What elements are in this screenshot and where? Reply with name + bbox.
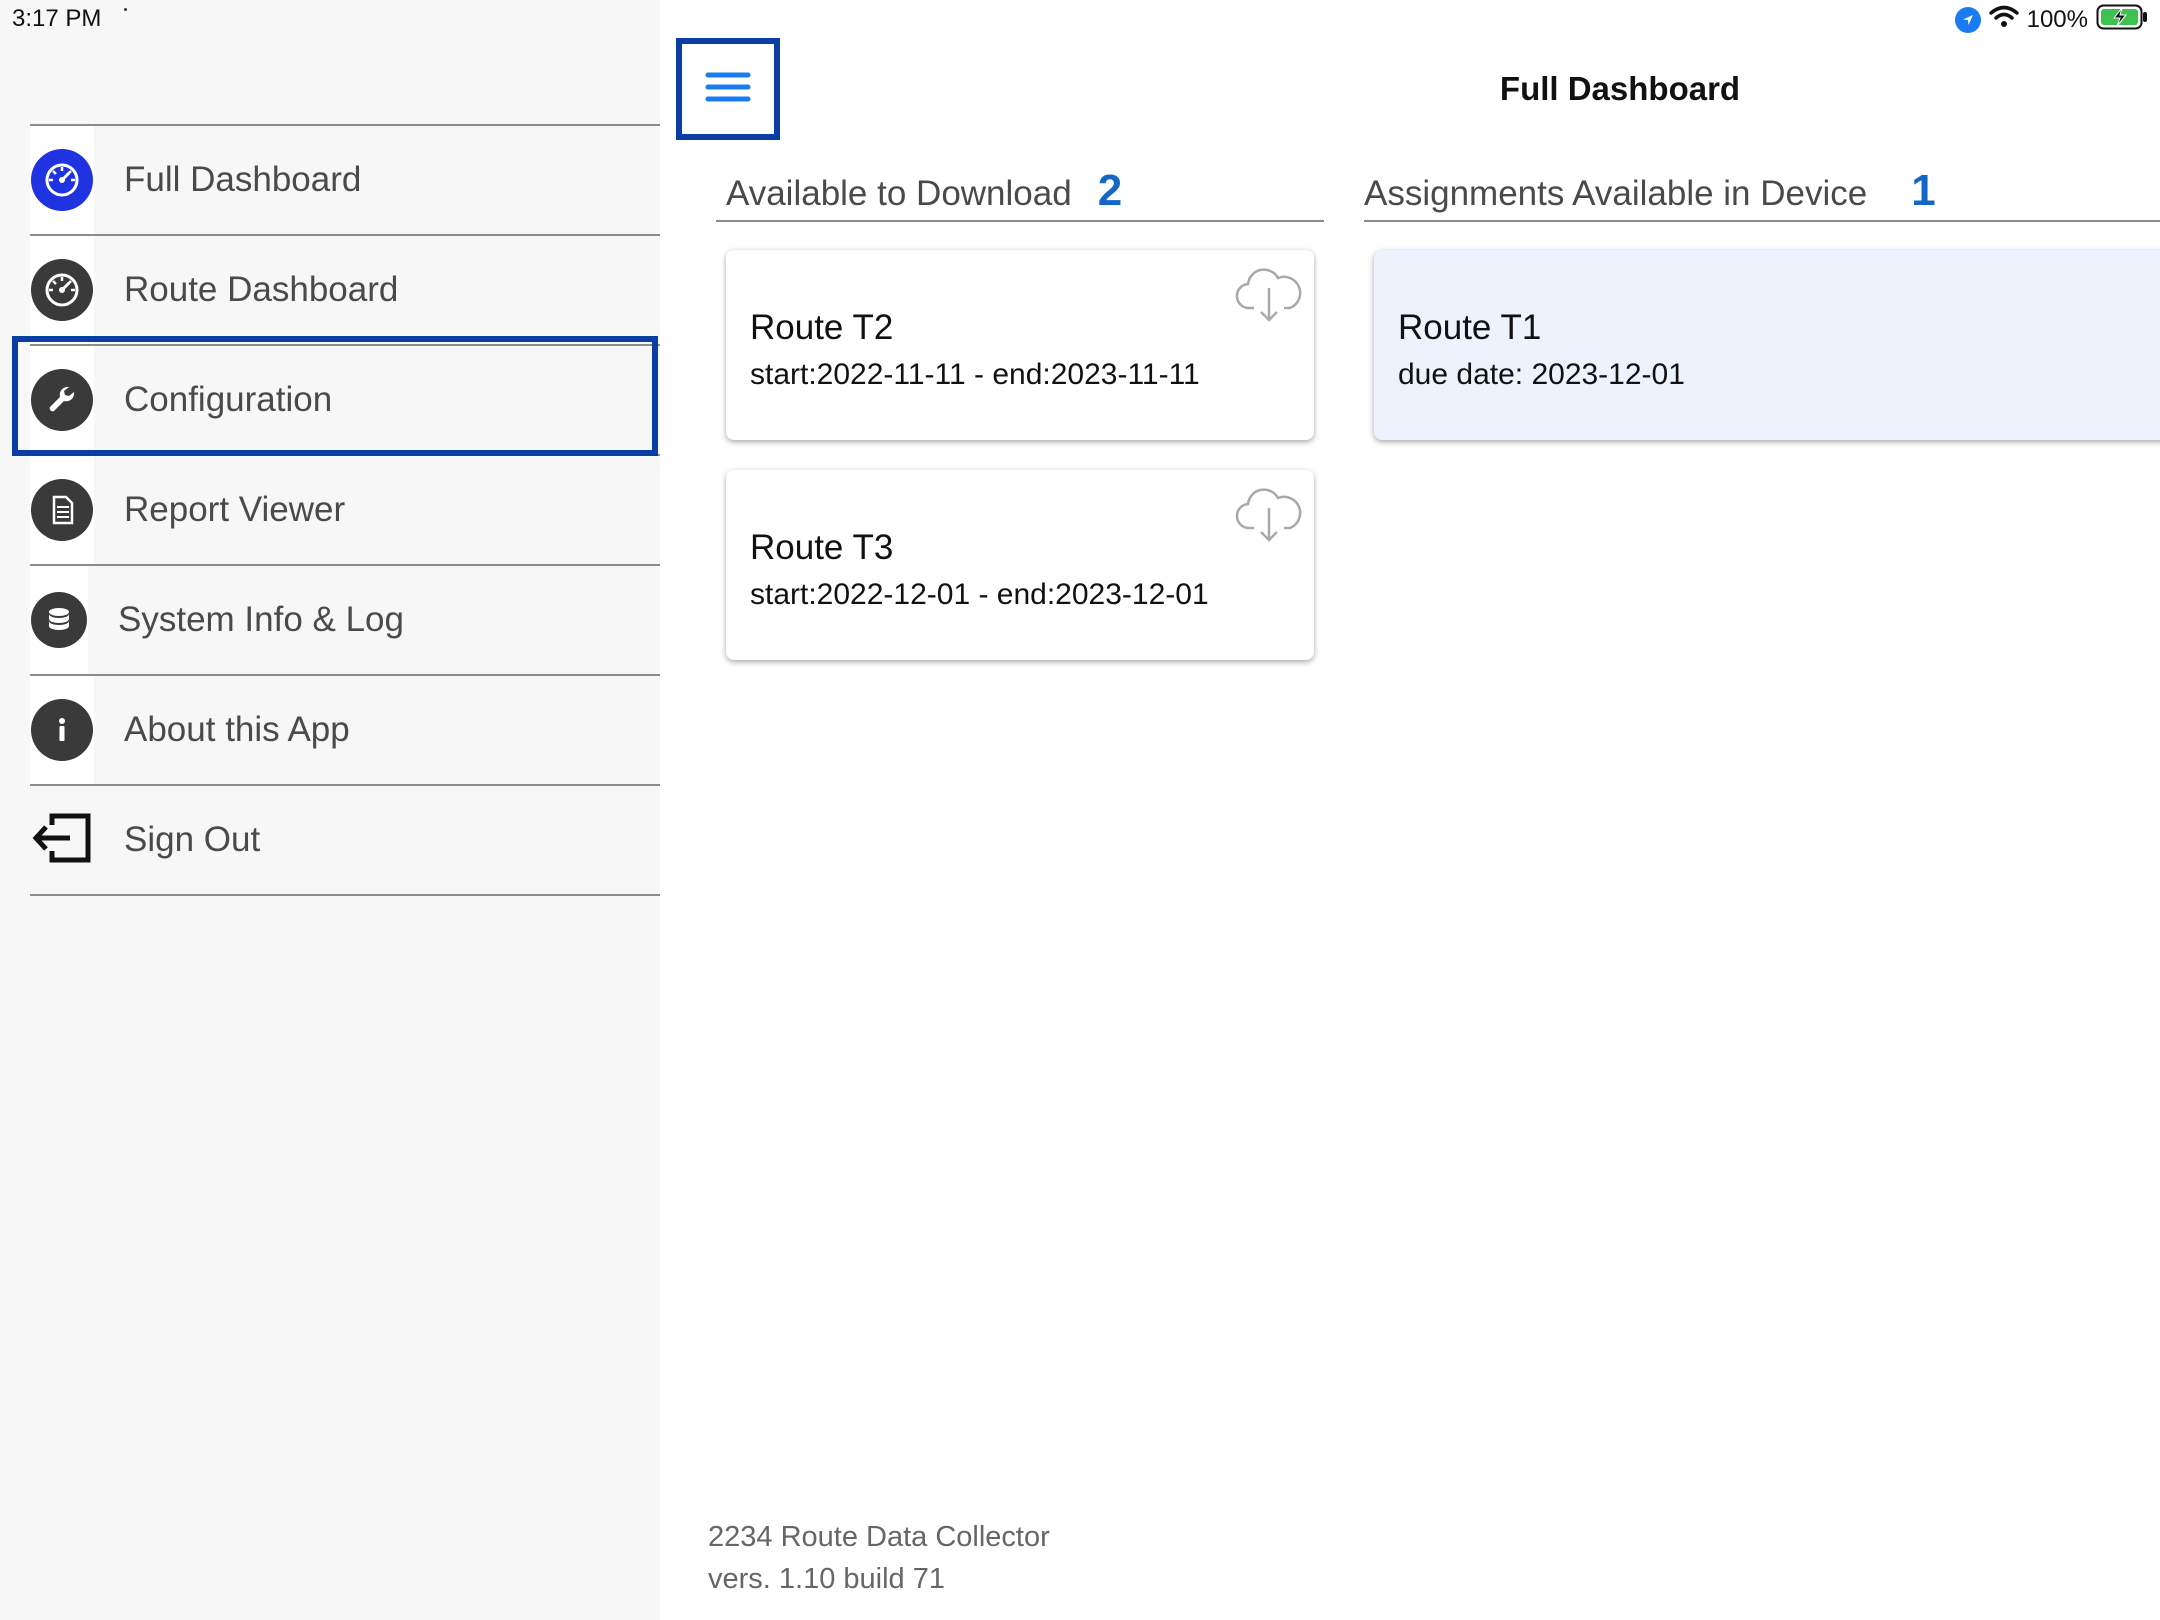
speedometer-icon	[31, 259, 93, 321]
section-title: Assignments Available in Device	[1364, 174, 1868, 213]
sidebar-item-label: Route Dashboard	[124, 270, 399, 309]
route-due-date: due date: 2023-12-01	[1398, 358, 1685, 391]
wrench-icon	[31, 369, 93, 431]
page-title: Full Dashboard	[1499, 70, 1741, 107]
document-icon	[31, 479, 93, 541]
status-time: 3:17 PM	[12, 5, 102, 32]
sidebar-item-label: Sign Out	[124, 820, 261, 859]
section-count: 2	[1097, 166, 1123, 215]
main-content: Full Dashboard Available to Download 2 A…	[660, 0, 2160, 1620]
menu-button[interactable]	[676, 38, 780, 140]
section-count: 1	[1911, 166, 1936, 215]
route-dates: start:2022-12-01 - end:2023-12-01	[750, 578, 1209, 611]
sidebar-item-sign-out[interactable]: Sign Out	[30, 786, 660, 896]
download-section-header: Available to Download 2	[716, 166, 1324, 222]
status-dot	[124, 8, 127, 11]
battery-percent: 100%	[2026, 6, 2088, 33]
device-section-header: Assignments Available in Device 1	[1364, 166, 2160, 222]
sidebar: Full Dashboard Route Dashboard Configura…	[0, 0, 660, 1620]
route-title: Route T3	[750, 528, 894, 567]
sign-out-icon	[32, 811, 92, 870]
section-title: Available to Download	[726, 174, 1072, 213]
hamburger-icon	[705, 69, 751, 110]
sidebar-item-label: Report Viewer	[124, 490, 346, 529]
status-right: 100%	[1954, 4, 2148, 37]
sidebar-menu: Full Dashboard Route Dashboard Configura…	[30, 124, 660, 896]
cloud-download-icon[interactable]	[1234, 484, 1304, 544]
sidebar-item-configuration[interactable]: Configuration	[30, 346, 660, 456]
footer: 2234 Route Data Collector vers. 1.10 bui…	[708, 1516, 1050, 1600]
app-name: 2234 Route Data Collector	[708, 1521, 1050, 1553]
sidebar-item-label: About this App	[124, 710, 350, 749]
sidebar-item-label: Full Dashboard	[124, 160, 362, 199]
status-bar: 3:17 PM 100%	[0, 0, 2160, 40]
route-title: Route T1	[1398, 308, 1542, 347]
cloud-download-icon[interactable]	[1234, 264, 1304, 324]
battery-icon	[2096, 4, 2148, 37]
sidebar-item-label: Configuration	[124, 380, 333, 419]
sidebar-item-report-viewer[interactable]: Report Viewer	[30, 456, 660, 566]
sidebar-item-route-dashboard[interactable]: Route Dashboard	[30, 236, 660, 346]
sidebar-item-full-dashboard[interactable]: Full Dashboard	[30, 126, 660, 236]
route-dates: start:2022-11-11 - end:2023-11-11	[750, 358, 1200, 391]
speedometer-icon	[31, 149, 93, 211]
route-card[interactable]: Route T3 start:2022-12-01 - end:2023-12-…	[726, 470, 1314, 660]
wifi-icon	[1988, 5, 2019, 36]
route-card[interactable]: Route T2 start:2022-11-11 - end:2023-11-…	[726, 250, 1314, 440]
sidebar-item-label: System Info & Log	[118, 600, 404, 639]
location-icon	[1954, 7, 1981, 33]
info-icon	[31, 699, 93, 761]
sidebar-item-about[interactable]: About this App	[30, 676, 660, 786]
app-version: vers. 1.10 build 71	[708, 1563, 945, 1595]
assignment-card[interactable]: Route T1 due date: 2023-12-01	[1374, 250, 2160, 440]
database-icon	[31, 592, 87, 648]
sidebar-item-system-info[interactable]: System Info & Log	[30, 566, 660, 676]
route-title: Route T2	[750, 308, 894, 347]
